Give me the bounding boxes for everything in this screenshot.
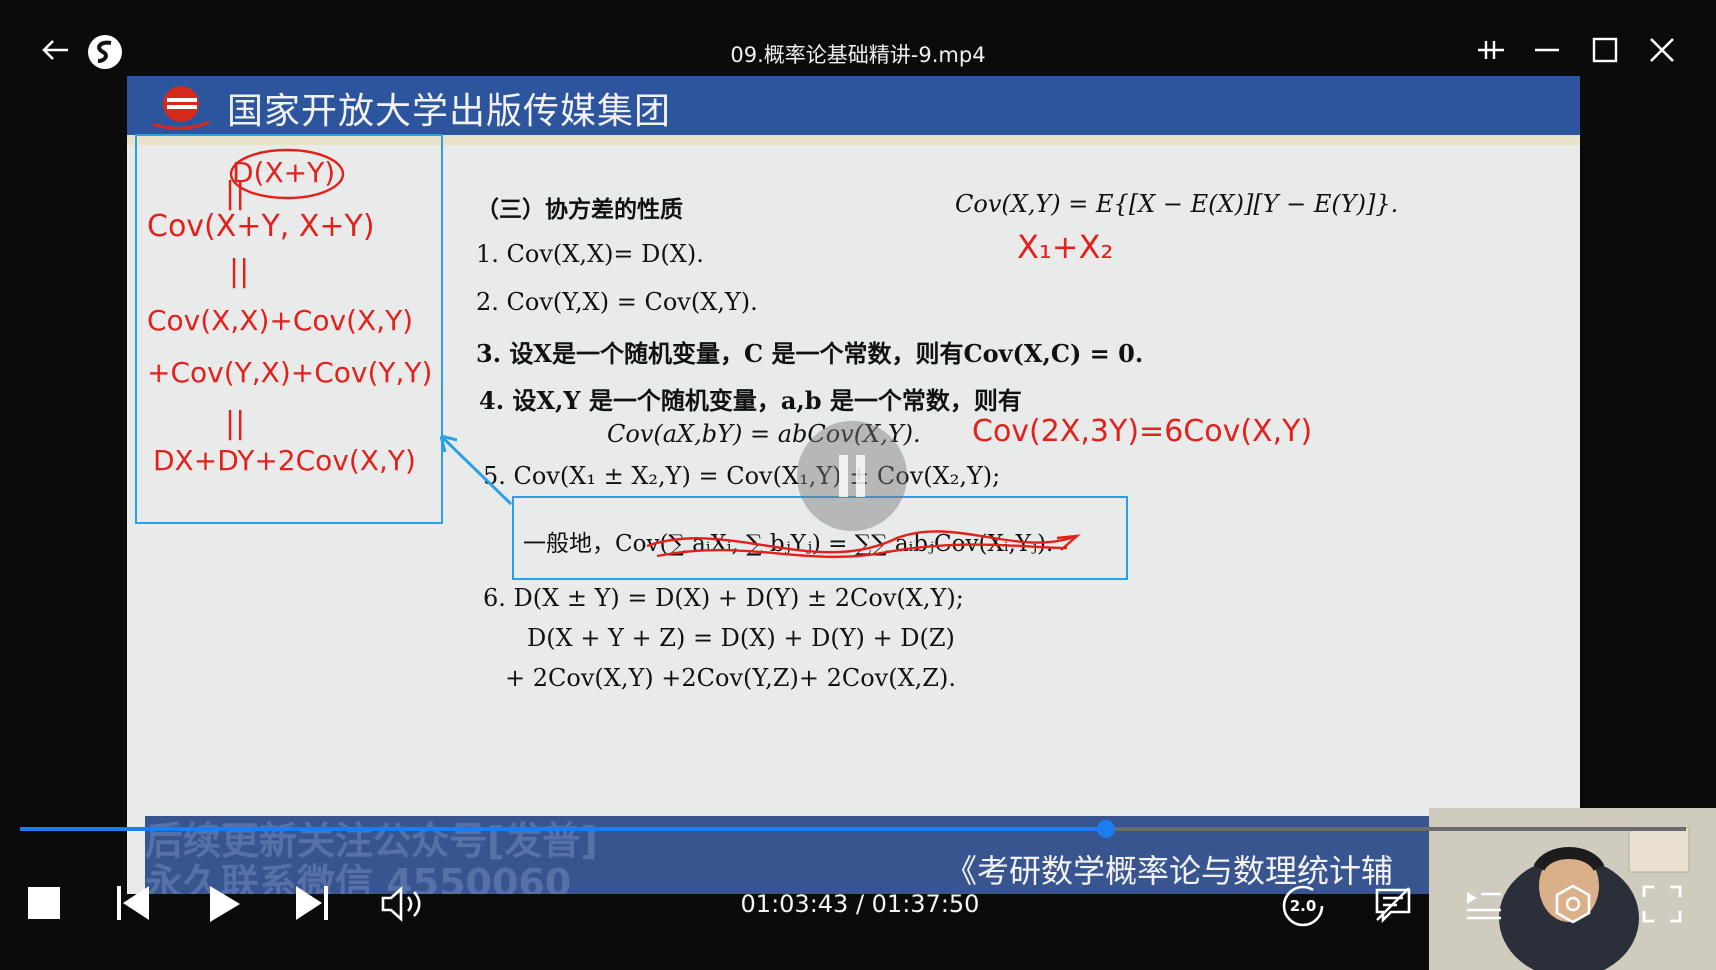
hw-def-note: X₁+X₂ bbox=[1017, 228, 1114, 266]
playlist-icon[interactable] bbox=[1463, 884, 1503, 924]
progress-fill bbox=[20, 827, 1107, 831]
minimize-icon[interactable] bbox=[1530, 33, 1564, 67]
stop-icon[interactable] bbox=[26, 885, 62, 921]
speed-icon[interactable]: 2.0 bbox=[1281, 884, 1325, 928]
property-6: 6. D(X ± Y) = D(X) + D(Y) ± 2Cov(X,Y); bbox=[483, 584, 964, 612]
slide-banner: 国家开放大学出版传媒集团 bbox=[127, 76, 1580, 135]
window-title: 09.概率论基础精讲-9.mp4 bbox=[730, 43, 986, 67]
section-heading: （三）协方差的性质 bbox=[476, 197, 683, 223]
property-5: 5. Cov(X₁ ± X₂,Y) = Cov(X₁,Y) ± Cov(X₂,Y… bbox=[483, 462, 1001, 490]
hw-equals-3: || bbox=[225, 406, 246, 441]
title-bar: 09.概率论基础精讲-9.mp4 bbox=[0, 0, 1716, 76]
hw-cov-sum: Cov(X+Y, X+Y) bbox=[147, 209, 375, 244]
pause-overlay[interactable] bbox=[797, 421, 907, 531]
video-frame[interactable]: 国家开放大学出版传媒集团 D(X+Y) || Cov(X+Y, X+Y) || … bbox=[127, 76, 1580, 894]
hw-line-3: Cov(X,X)+Cov(X,Y) bbox=[147, 304, 414, 337]
property-3: 3. 设X是一个随机变量，C 是一个常数，则有Cov(X,C) = 0. bbox=[476, 339, 1144, 368]
annotation-arrow bbox=[439, 434, 513, 506]
publisher-logo bbox=[149, 84, 211, 134]
hw-line-5: DX+DY+2Cov(X,Y) bbox=[153, 444, 416, 477]
previous-icon[interactable] bbox=[113, 883, 153, 923]
next-icon[interactable] bbox=[292, 883, 332, 923]
property-6-line-3: + 2Cov(X,Y) +2Cov(Y,Z)+ 2Cov(X,Z). bbox=[505, 664, 956, 692]
hw-equals-2: || bbox=[229, 254, 250, 289]
property-6-line-2: D(X + Y + Z) = D(X) + D(Y) + D(Z) bbox=[527, 624, 955, 652]
fullscreen-icon[interactable] bbox=[1641, 884, 1683, 924]
speed-label: 2.0 bbox=[1289, 897, 1317, 915]
volume-icon[interactable] bbox=[380, 882, 426, 926]
time-display: 01:03:43 / 01:37:50 bbox=[740, 890, 980, 918]
settings-icon[interactable] bbox=[1552, 883, 1594, 925]
cov-definition: Cov(X,Y) = E{[X − E(X)][Y − E(Y)]}. bbox=[955, 190, 1399, 218]
property-1: 1. Cov(X,X)= D(X). bbox=[476, 240, 704, 268]
maximize-icon[interactable] bbox=[1588, 33, 1622, 67]
book-title: 《考研数学概率论与数理统计辅 bbox=[945, 852, 1394, 890]
danmaku-off-icon[interactable] bbox=[1373, 884, 1413, 924]
play-icon[interactable] bbox=[205, 882, 245, 926]
pin-icon[interactable] bbox=[1472, 33, 1506, 67]
hw-line-4: +Cov(Y,X)+Cov(Y,Y) bbox=[147, 356, 433, 389]
property-2: 2. Cov(Y,X) = Cov(X,Y). bbox=[476, 288, 758, 316]
property-4: 4. 设X,Y 是一个随机变量，a,b 是一个常数，则有 bbox=[479, 386, 1022, 415]
publisher-name: 国家开放大学出版传媒集团 bbox=[227, 91, 672, 132]
hw-item4-note: Cov(2X,3Y)=6Cov(X,Y) bbox=[972, 414, 1313, 449]
close-icon[interactable] bbox=[1645, 33, 1679, 67]
hw-equals-1: || bbox=[225, 176, 246, 211]
